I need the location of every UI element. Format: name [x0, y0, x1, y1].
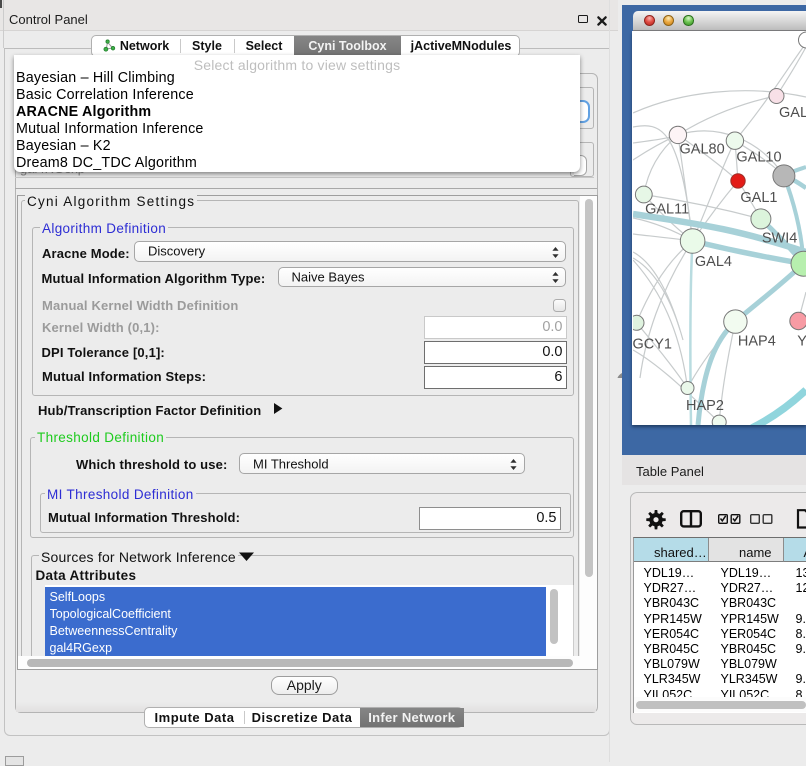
svg-text:GAL1: GAL1: [740, 190, 777, 206]
svg-text:HAP4: HAP4: [738, 334, 776, 350]
svg-text:Y: Y: [797, 334, 806, 350]
svg-text:GAL11: GAL11: [645, 202, 689, 218]
svg-text:SWI4: SWI4: [762, 231, 797, 247]
svg-text:GAL80: GAL80: [680, 142, 725, 158]
svg-text:GAL7: GAL7: [779, 105, 806, 121]
svg-text:HAP2: HAP2: [686, 398, 724, 414]
svg-text:GCY1: GCY1: [633, 337, 672, 353]
svg-text:GAL10: GAL10: [736, 150, 781, 166]
svg-text:GAL4: GAL4: [695, 254, 732, 270]
